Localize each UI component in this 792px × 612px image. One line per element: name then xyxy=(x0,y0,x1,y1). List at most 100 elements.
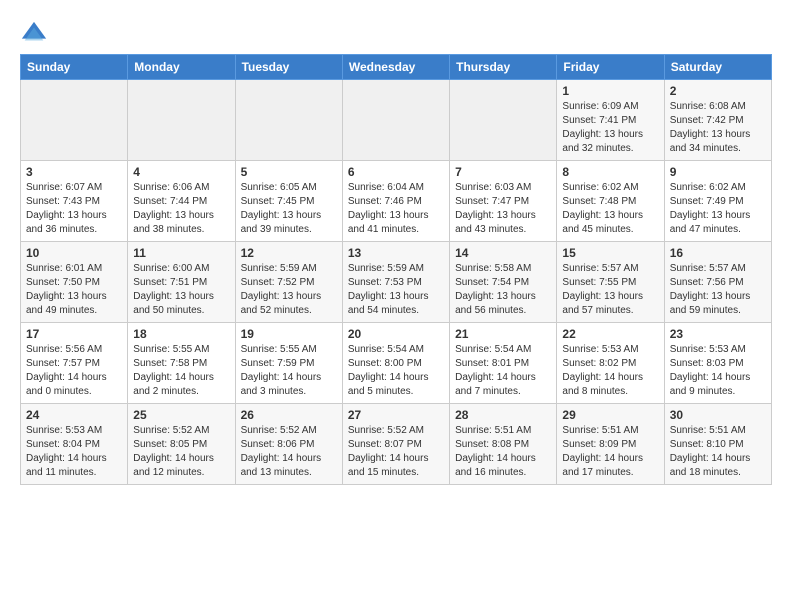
day-cell: 9Sunrise: 6:02 AMSunset: 7:49 PMDaylight… xyxy=(664,161,771,242)
day-info-line: Sunrise: 5:58 AM xyxy=(455,262,551,276)
day-cell: 28Sunrise: 5:51 AMSunset: 8:08 PMDayligh… xyxy=(450,404,557,485)
day-info-line: and 32 minutes. xyxy=(562,142,658,156)
day-info-line: Sunrise: 6:02 AM xyxy=(670,181,766,195)
day-cell: 30Sunrise: 5:51 AMSunset: 8:10 PMDayligh… xyxy=(664,404,771,485)
day-number: 26 xyxy=(241,408,337,422)
day-number: 25 xyxy=(133,408,229,422)
day-info-line: Sunset: 8:07 PM xyxy=(348,438,444,452)
day-number: 30 xyxy=(670,408,766,422)
header-sunday: Sunday xyxy=(21,55,128,80)
day-number: 17 xyxy=(26,327,122,341)
day-info-line: Sunset: 8:00 PM xyxy=(348,357,444,371)
day-number: 13 xyxy=(348,246,444,260)
day-info-line: Daylight: 14 hours xyxy=(562,452,658,466)
day-info-line: and 5 minutes. xyxy=(348,385,444,399)
day-info-line: Sunset: 8:05 PM xyxy=(133,438,229,452)
day-info-line: Daylight: 14 hours xyxy=(670,452,766,466)
calendar-table: SundayMondayTuesdayWednesdayThursdayFrid… xyxy=(20,54,772,485)
day-info-line: and 12 minutes. xyxy=(133,466,229,480)
day-info-line: and 2 minutes. xyxy=(133,385,229,399)
day-info-line: and 52 minutes. xyxy=(241,304,337,318)
day-info-line: and 16 minutes. xyxy=(455,466,551,480)
day-info-line: Daylight: 13 hours xyxy=(133,209,229,223)
day-info-line: and 15 minutes. xyxy=(348,466,444,480)
day-cell: 26Sunrise: 5:52 AMSunset: 8:06 PMDayligh… xyxy=(235,404,342,485)
day-number: 24 xyxy=(26,408,122,422)
day-info-line: Sunset: 7:50 PM xyxy=(26,276,122,290)
day-number: 5 xyxy=(241,165,337,179)
day-cell: 6Sunrise: 6:04 AMSunset: 7:46 PMDaylight… xyxy=(342,161,449,242)
day-info-line: Sunrise: 5:56 AM xyxy=(26,343,122,357)
day-number: 4 xyxy=(133,165,229,179)
day-info-line: Sunset: 7:56 PM xyxy=(670,276,766,290)
day-cell: 8Sunrise: 6:02 AMSunset: 7:48 PMDaylight… xyxy=(557,161,664,242)
day-cell xyxy=(21,80,128,161)
day-cell: 12Sunrise: 5:59 AMSunset: 7:52 PMDayligh… xyxy=(235,242,342,323)
day-info-line: Sunset: 7:57 PM xyxy=(26,357,122,371)
day-cell: 7Sunrise: 6:03 AMSunset: 7:47 PMDaylight… xyxy=(450,161,557,242)
day-cell xyxy=(342,80,449,161)
day-info-line: Sunset: 8:01 PM xyxy=(455,357,551,371)
page-header xyxy=(20,16,772,48)
day-info-line: and 11 minutes. xyxy=(26,466,122,480)
week-row-5: 24Sunrise: 5:53 AMSunset: 8:04 PMDayligh… xyxy=(21,404,772,485)
day-info-line: Sunset: 7:43 PM xyxy=(26,195,122,209)
day-info-line: and 54 minutes. xyxy=(348,304,444,318)
day-info-line: Sunrise: 6:04 AM xyxy=(348,181,444,195)
day-number: 22 xyxy=(562,327,658,341)
week-row-3: 10Sunrise: 6:01 AMSunset: 7:50 PMDayligh… xyxy=(21,242,772,323)
day-info-line: Daylight: 13 hours xyxy=(26,290,122,304)
day-cell: 14Sunrise: 5:58 AMSunset: 7:54 PMDayligh… xyxy=(450,242,557,323)
day-info-line: Sunset: 7:51 PM xyxy=(133,276,229,290)
header-thursday: Thursday xyxy=(450,55,557,80)
day-info-line: Sunrise: 6:07 AM xyxy=(26,181,122,195)
day-info-line: and 41 minutes. xyxy=(348,223,444,237)
day-info-line: Daylight: 14 hours xyxy=(26,371,122,385)
day-number: 19 xyxy=(241,327,337,341)
day-number: 15 xyxy=(562,246,658,260)
day-info-line: Daylight: 13 hours xyxy=(133,290,229,304)
week-row-4: 17Sunrise: 5:56 AMSunset: 7:57 PMDayligh… xyxy=(21,323,772,404)
day-info-line: Sunset: 7:54 PM xyxy=(455,276,551,290)
day-number: 2 xyxy=(670,84,766,98)
day-info-line: Sunset: 8:02 PM xyxy=(562,357,658,371)
day-info-line: Sunrise: 5:53 AM xyxy=(562,343,658,357)
day-info-line: Sunset: 7:47 PM xyxy=(455,195,551,209)
day-number: 21 xyxy=(455,327,551,341)
day-info-line: Daylight: 13 hours xyxy=(562,128,658,142)
day-info-line: Sunrise: 5:55 AM xyxy=(133,343,229,357)
day-cell xyxy=(128,80,235,161)
day-number: 12 xyxy=(241,246,337,260)
day-number: 8 xyxy=(562,165,658,179)
day-number: 7 xyxy=(455,165,551,179)
day-info-line: Sunset: 7:45 PM xyxy=(241,195,337,209)
day-cell: 27Sunrise: 5:52 AMSunset: 8:07 PMDayligh… xyxy=(342,404,449,485)
day-info-line: Sunrise: 5:52 AM xyxy=(133,424,229,438)
day-info-line: and 18 minutes. xyxy=(670,466,766,480)
day-info-line: Sunrise: 5:57 AM xyxy=(670,262,766,276)
day-number: 9 xyxy=(670,165,766,179)
day-info-line: Sunrise: 5:54 AM xyxy=(455,343,551,357)
day-info-line: Sunrise: 5:51 AM xyxy=(455,424,551,438)
day-info-line: and 34 minutes. xyxy=(670,142,766,156)
day-cell: 21Sunrise: 5:54 AMSunset: 8:01 PMDayligh… xyxy=(450,323,557,404)
day-info-line: Sunset: 7:59 PM xyxy=(241,357,337,371)
day-info-line: Daylight: 14 hours xyxy=(562,371,658,385)
week-row-2: 3Sunrise: 6:07 AMSunset: 7:43 PMDaylight… xyxy=(21,161,772,242)
day-info-line: and 45 minutes. xyxy=(562,223,658,237)
day-cell: 13Sunrise: 5:59 AMSunset: 7:53 PMDayligh… xyxy=(342,242,449,323)
day-info-line: Sunset: 7:48 PM xyxy=(562,195,658,209)
day-info-line: Sunset: 8:09 PM xyxy=(562,438,658,452)
day-number: 28 xyxy=(455,408,551,422)
day-info-line: Sunrise: 5:53 AM xyxy=(26,424,122,438)
day-cell: 25Sunrise: 5:52 AMSunset: 8:05 PMDayligh… xyxy=(128,404,235,485)
header-wednesday: Wednesday xyxy=(342,55,449,80)
day-info-line: Sunrise: 6:02 AM xyxy=(562,181,658,195)
day-number: 11 xyxy=(133,246,229,260)
day-info-line: and 56 minutes. xyxy=(455,304,551,318)
day-info-line: Sunrise: 6:09 AM xyxy=(562,100,658,114)
day-info-line: Sunset: 7:58 PM xyxy=(133,357,229,371)
day-cell: 22 Sunrise: 5:53 AMSunset: 8:02 PMDayligh… xyxy=(557,323,664,404)
day-info-line: Daylight: 14 hours xyxy=(26,452,122,466)
day-number: 20 xyxy=(348,327,444,341)
